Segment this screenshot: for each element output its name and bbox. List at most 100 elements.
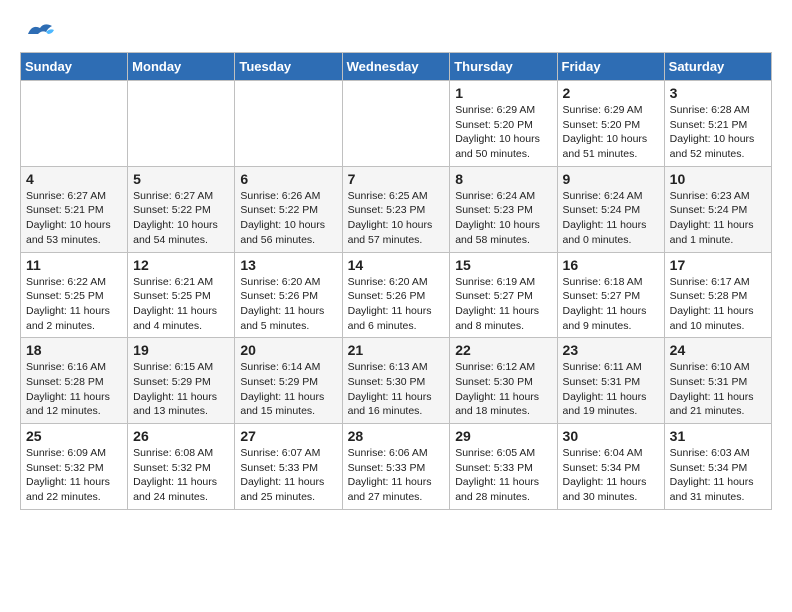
day-cell: 20Sunrise: 6:14 AM Sunset: 5:29 PM Dayli… [235,338,342,424]
day-number: 2 [563,85,659,101]
day-cell: 22 Sunrise: 6:12 AM Sunset: 5:30 PM Dayli… [450,338,557,424]
day-cell: 19 Sunrise: 6:15 AM Sunset: 5:29 PM Dayli… [128,338,235,424]
day-number: 10 [670,171,766,187]
day-number: 1 [455,85,551,101]
day-number: 25 [26,428,122,444]
day-info: Sunrise: 6:17 AM Sunset: 5:28 PM Dayligh… [670,275,766,334]
day-cell: 12Sunrise: 6:21 AM Sunset: 5:25 PM Dayli… [128,252,235,338]
day-number: 19 [133,342,229,358]
logo-bird-icon [24,20,56,42]
day-number: 4 [26,171,122,187]
day-cell: 9 Sunrise: 6:24 AM Sunset: 5:24 PM Daylig… [557,166,664,252]
day-cell: 15 Sunrise: 6:19 AM Sunset: 5:27 PM Dayli… [450,252,557,338]
day-cell: 28 Sunrise: 6:06 AM Sunset: 5:33 PM Dayli… [342,424,450,510]
day-cell: 17 Sunrise: 6:17 AM Sunset: 5:28 PM Dayli… [664,252,771,338]
day-info: Sunrise: 6:29 AM Sunset: 5:20 PM Dayligh… [455,103,551,162]
day-info: Sunrise: 6:15 AM Sunset: 5:29 PM Dayligh… [133,360,229,419]
day-number: 11 [26,257,122,273]
day-info: Sunrise: 6:16 AM Sunset: 5:28 PM Dayligh… [26,360,122,419]
day-cell: 21 Sunrise: 6:13 AM Sunset: 5:30 PM Dayli… [342,338,450,424]
day-info: Sunrise: 6:11 AM Sunset: 5:31 PM Dayligh… [563,360,659,419]
day-info: Sunrise: 6:10 AM Sunset: 5:31 PM Dayligh… [670,360,766,419]
day-cell: 3Sunrise: 6:28 AM Sunset: 5:21 PM Daylig… [664,81,771,167]
week-row-5: 25 Sunrise: 6:09 AM Sunset: 5:32 PM Dayli… [21,424,772,510]
day-info: Sunrise: 6:20 AM Sunset: 5:26 PM Dayligh… [348,275,445,334]
day-info: Sunrise: 6:28 AM Sunset: 5:21 PM Dayligh… [670,103,766,162]
day-number: 23 [563,342,659,358]
day-info: Sunrise: 6:08 AM Sunset: 5:32 PM Dayligh… [133,446,229,505]
header [20,20,772,42]
day-info: Sunrise: 6:27 AM Sunset: 5:22 PM Dayligh… [133,189,229,248]
day-cell [342,81,450,167]
day-number: 28 [348,428,445,444]
day-info: Sunrise: 6:05 AM Sunset: 5:33 PM Dayligh… [455,446,551,505]
day-cell: 30 Sunrise: 6:04 AM Sunset: 5:34 PM Dayli… [557,424,664,510]
day-cell: 1 Sunrise: 6:29 AM Sunset: 5:20 PM Daylig… [450,81,557,167]
day-number: 16 [563,257,659,273]
day-number: 17 [670,257,766,273]
day-cell: 26 Sunrise: 6:08 AM Sunset: 5:32 PM Dayli… [128,424,235,510]
week-row-4: 18 Sunrise: 6:16 AM Sunset: 5:28 PM Dayli… [21,338,772,424]
days-header-row: SundayMondayTuesdayWednesdayThursdayFrid… [21,53,772,81]
day-cell: 5Sunrise: 6:27 AM Sunset: 5:22 PM Daylig… [128,166,235,252]
day-header-friday: Friday [557,53,664,81]
day-cell: 8 Sunrise: 6:24 AM Sunset: 5:23 PM Daylig… [450,166,557,252]
day-number: 26 [133,428,229,444]
day-number: 9 [563,171,659,187]
day-number: 8 [455,171,551,187]
day-info: Sunrise: 6:18 AM Sunset: 5:27 PM Dayligh… [563,275,659,334]
logo [20,20,56,42]
day-number: 18 [26,342,122,358]
day-cell: 18 Sunrise: 6:16 AM Sunset: 5:28 PM Dayli… [21,338,128,424]
day-number: 15 [455,257,551,273]
day-number: 24 [670,342,766,358]
day-cell: 2Sunrise: 6:29 AM Sunset: 5:20 PM Daylig… [557,81,664,167]
day-cell: 4 Sunrise: 6:27 AM Sunset: 5:21 PM Daylig… [21,166,128,252]
day-info: Sunrise: 6:12 AM Sunset: 5:30 PM Dayligh… [455,360,551,419]
day-cell [21,81,128,167]
day-number: 12 [133,257,229,273]
day-info: Sunrise: 6:14 AM Sunset: 5:29 PM Dayligh… [240,360,336,419]
day-info: Sunrise: 6:04 AM Sunset: 5:34 PM Dayligh… [563,446,659,505]
day-cell: 27Sunrise: 6:07 AM Sunset: 5:33 PM Dayli… [235,424,342,510]
day-number: 6 [240,171,336,187]
day-number: 14 [348,257,445,273]
day-info: Sunrise: 6:07 AM Sunset: 5:33 PM Dayligh… [240,446,336,505]
day-info: Sunrise: 6:13 AM Sunset: 5:30 PM Dayligh… [348,360,445,419]
day-cell [235,81,342,167]
day-cell: 13Sunrise: 6:20 AM Sunset: 5:26 PM Dayli… [235,252,342,338]
day-info: Sunrise: 6:06 AM Sunset: 5:33 PM Dayligh… [348,446,445,505]
day-header-wednesday: Wednesday [342,53,450,81]
day-cell: 24 Sunrise: 6:10 AM Sunset: 5:31 PM Dayli… [664,338,771,424]
day-cell: 6 Sunrise: 6:26 AM Sunset: 5:22 PM Daylig… [235,166,342,252]
day-number: 31 [670,428,766,444]
day-cell: 23 Sunrise: 6:11 AM Sunset: 5:31 PM Dayli… [557,338,664,424]
day-info: Sunrise: 6:23 AM Sunset: 5:24 PM Dayligh… [670,189,766,248]
day-cell: 14 Sunrise: 6:20 AM Sunset: 5:26 PM Dayli… [342,252,450,338]
day-cell: 29 Sunrise: 6:05 AM Sunset: 5:33 PM Dayli… [450,424,557,510]
day-number: 21 [348,342,445,358]
day-number: 22 [455,342,551,358]
day-header-saturday: Saturday [664,53,771,81]
day-cell: 31 Sunrise: 6:03 AM Sunset: 5:34 PM Dayli… [664,424,771,510]
day-info: Sunrise: 6:19 AM Sunset: 5:27 PM Dayligh… [455,275,551,334]
week-row-2: 4 Sunrise: 6:27 AM Sunset: 5:21 PM Daylig… [21,166,772,252]
week-row-3: 11 Sunrise: 6:22 AM Sunset: 5:25 PM Dayli… [21,252,772,338]
day-info: Sunrise: 6:22 AM Sunset: 5:25 PM Dayligh… [26,275,122,334]
day-info: Sunrise: 6:24 AM Sunset: 5:24 PM Dayligh… [563,189,659,248]
day-number: 30 [563,428,659,444]
day-info: Sunrise: 6:03 AM Sunset: 5:34 PM Dayligh… [670,446,766,505]
day-info: Sunrise: 6:27 AM Sunset: 5:21 PM Dayligh… [26,189,122,248]
day-number: 7 [348,171,445,187]
day-number: 29 [455,428,551,444]
day-info: Sunrise: 6:09 AM Sunset: 5:32 PM Dayligh… [26,446,122,505]
day-cell [128,81,235,167]
day-info: Sunrise: 6:20 AM Sunset: 5:26 PM Dayligh… [240,275,336,334]
day-cell: 10 Sunrise: 6:23 AM Sunset: 5:24 PM Dayli… [664,166,771,252]
day-header-monday: Monday [128,53,235,81]
week-row-1: 1 Sunrise: 6:29 AM Sunset: 5:20 PM Daylig… [21,81,772,167]
day-cell: 7Sunrise: 6:25 AM Sunset: 5:23 PM Daylig… [342,166,450,252]
day-info: Sunrise: 6:24 AM Sunset: 5:23 PM Dayligh… [455,189,551,248]
day-header-tuesday: Tuesday [235,53,342,81]
day-info: Sunrise: 6:26 AM Sunset: 5:22 PM Dayligh… [240,189,336,248]
